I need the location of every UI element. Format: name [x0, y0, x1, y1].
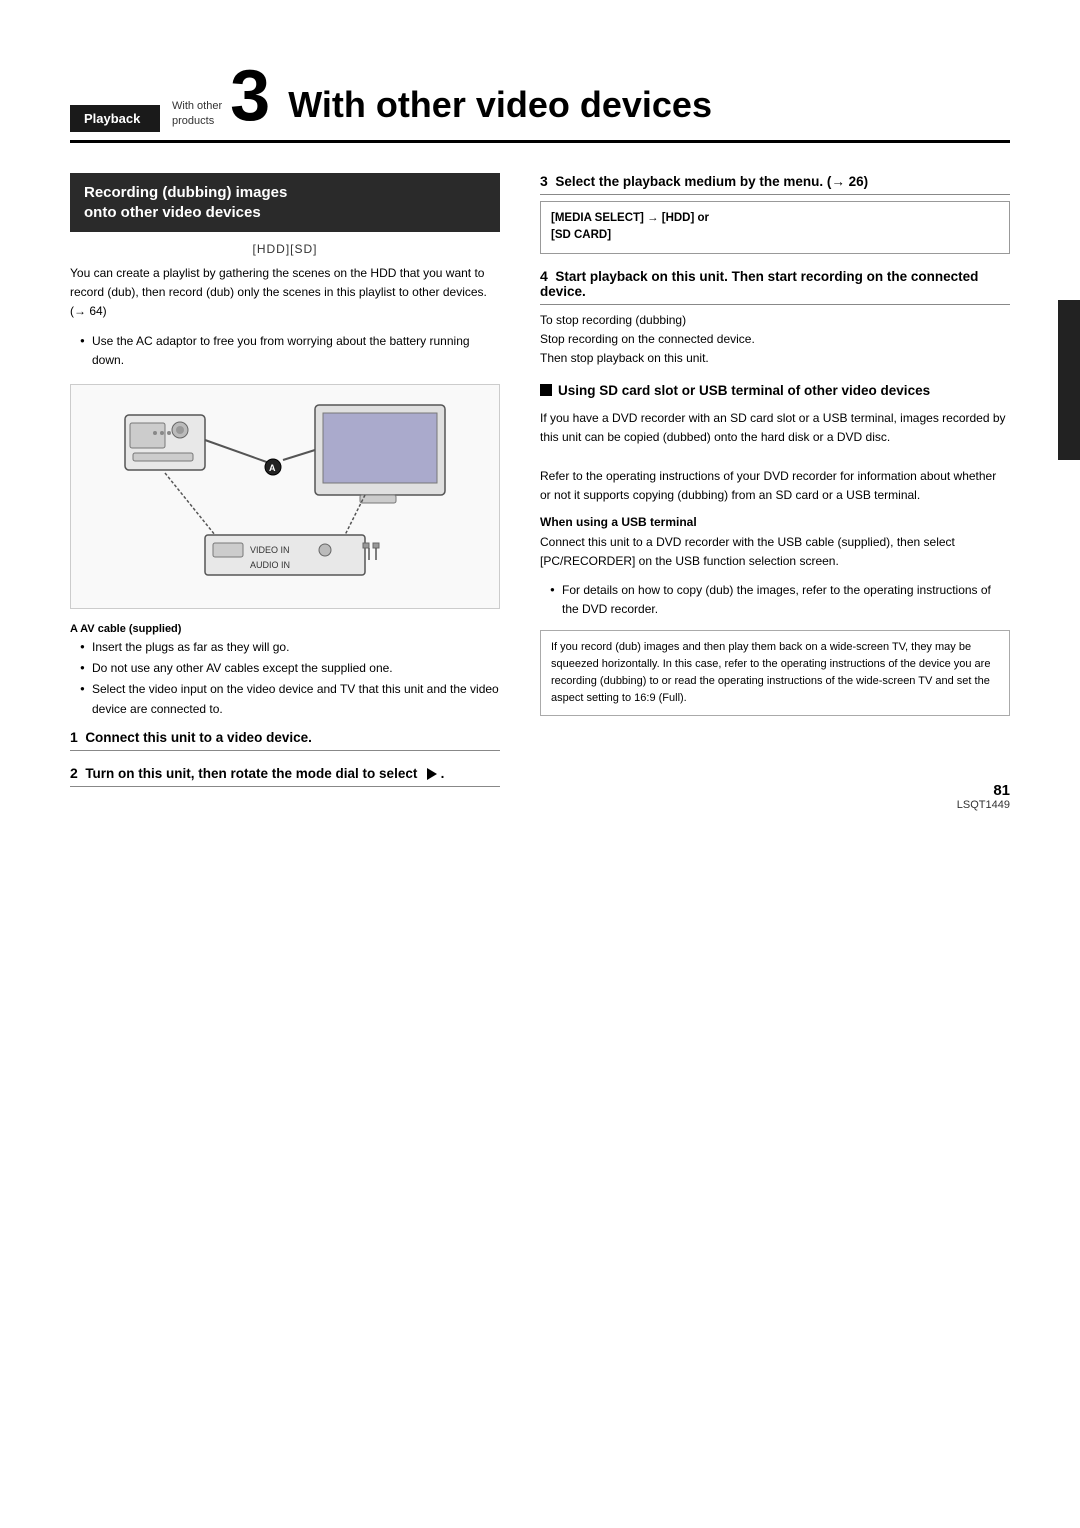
section-heading: Recording (dubbing) imagesonto other vid…	[70, 173, 500, 232]
note-text: If you record (dub) images and then play…	[551, 641, 990, 704]
section2-title: Using SD card slot or USB terminal of ot…	[558, 382, 930, 401]
left-column: Recording (dubbing) imagesonto other vid…	[70, 173, 500, 801]
right-column: 3 Select the playback medium by the menu…	[540, 173, 1010, 801]
note-box: If you record (dub) images and then play…	[540, 630, 1010, 716]
svg-text:A: A	[269, 463, 276, 473]
breadcrumb-section: Playback	[70, 105, 160, 132]
stop-recording-note: To stop recording (dubbing) Stop recordi…	[540, 311, 1010, 369]
play-icon	[427, 768, 437, 780]
media-label: [HDD][SD]	[70, 242, 500, 256]
step-2-text: Turn on this unit, then rotate the mode …	[85, 766, 417, 781]
chapter-header: Playback With otherproducts 3 With other…	[70, 60, 1010, 143]
step-1: 1 Connect this unit to a video device.	[70, 729, 500, 751]
step-3-heading: 3 Select the playback medium by the menu…	[540, 173, 1010, 195]
annotation-a-label: A AV cable (supplied)	[70, 623, 500, 635]
usb-heading: When using a USB terminal	[540, 515, 1010, 529]
section2-body: If you have a DVD recorder with an SD ca…	[540, 409, 1010, 505]
step-4: 4 Start playback on this unit. Then star…	[540, 268, 1010, 369]
step-4-heading: 4 Start playback on this unit. Then star…	[540, 268, 1010, 305]
footer-code: LSQT1449	[957, 799, 1010, 811]
page-number: 81	[957, 782, 1010, 799]
usb-bullets: For details on how to copy (dub) the ima…	[540, 581, 1010, 619]
step-2-period: .	[441, 766, 445, 781]
step-3-number: 3	[540, 173, 548, 189]
step-3-text: Select the playback medium by the menu. …	[555, 174, 868, 189]
media-select-box: [MEDIA SELECT] → [HDD] or[SD CARD]	[540, 201, 1010, 254]
annotation-bullet-2: Do not use any other AV cables except th…	[80, 659, 500, 678]
margin-bar	[1058, 300, 1080, 460]
step-4-number: 4	[540, 268, 548, 284]
step-3: 3 Select the playback medium by the menu…	[540, 173, 1010, 254]
section2-heading: Using SD card slot or USB terminal of ot…	[540, 382, 1010, 401]
diagram-svg: A VIDEO IN AUDIO IN	[105, 395, 465, 595]
chapter-title: With other video devices	[288, 84, 712, 132]
section-heading-text: Recording (dubbing) imagesonto other vid…	[84, 184, 287, 221]
tips-list: Use the AC adaptor to free you from worr…	[70, 332, 500, 370]
svg-text:VIDEO IN: VIDEO IN	[250, 545, 290, 555]
step-1-heading: 1 Connect this unit to a video device.	[70, 729, 500, 751]
breadcrumb-sub: With otherproducts	[172, 99, 222, 132]
step-1-number: 1	[70, 729, 78, 745]
page: Playback With otherproducts 3 With other…	[0, 0, 1080, 861]
annotation-bullet-3: Select the video input on the video devi…	[80, 680, 500, 718]
usb-body: Connect this unit to a DVD recorder with…	[540, 533, 1010, 571]
body-text: You can create a playlist by gathering t…	[70, 264, 500, 322]
step-2-heading: 2 Turn on this unit, then rotate the mod…	[70, 765, 500, 787]
step-2: 2 Turn on this unit, then rotate the mod…	[70, 765, 500, 787]
step-2-number: 2	[70, 765, 78, 781]
annotation-bullet-1: Insert the plugs as far as they will go.	[80, 638, 500, 657]
step-1-text: Connect this unit to a video device.	[85, 730, 312, 745]
step-4-text: Start playback on this unit. Then start …	[540, 269, 978, 299]
black-square-icon	[540, 384, 552, 396]
main-content: Recording (dubbing) imagesonto other vid…	[70, 173, 1010, 801]
chapter-number: 3	[230, 60, 270, 132]
breadcrumb-subsection: With otherproducts	[172, 100, 222, 126]
svg-text:AUDIO IN: AUDIO IN	[250, 560, 290, 570]
annotation-bullets: Insert the plugs as far as they will go.…	[70, 638, 500, 719]
usb-bullet-1: For details on how to copy (dub) the ima…	[550, 581, 1010, 619]
device-diagram: A VIDEO IN AUDIO IN	[70, 384, 500, 609]
media-select-label: [MEDIA SELECT] → [HDD] or[SD CARD]	[551, 212, 709, 241]
footer: 81 LSQT1449	[957, 782, 1010, 811]
list-item: Use the AC adaptor to free you from worr…	[80, 332, 500, 370]
